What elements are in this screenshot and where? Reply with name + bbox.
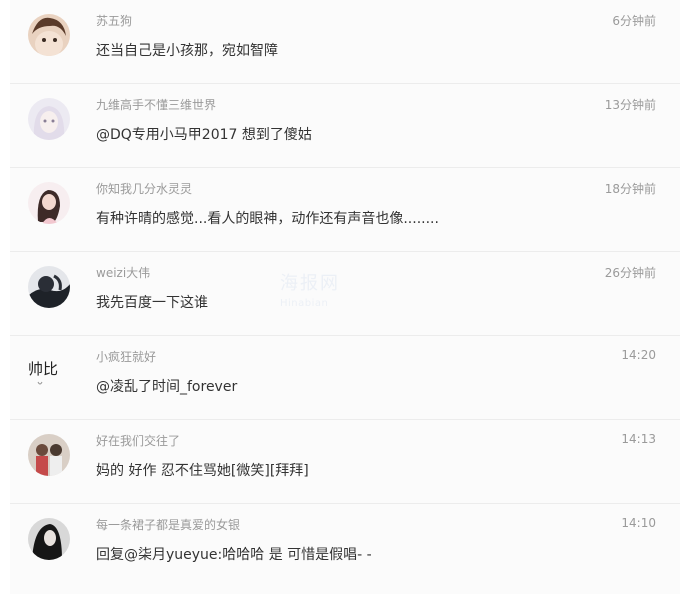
timestamp: 14:13 [621,432,656,446]
avatar[interactable] [28,266,70,308]
comment-item[interactable]: 帅比 小疯狂就好 14:20 @凌乱了时间_forever [10,336,680,420]
watermark-en: Hinabian [280,298,329,309]
avatar[interactable] [28,434,70,476]
watermark: 海报网 Hinabian [280,275,340,313]
avatar[interactable] [28,182,70,224]
username[interactable]: 好在我们交往了 [96,432,180,449]
timestamp: 14:20 [621,348,656,362]
username[interactable]: weizi大伟 [96,264,150,281]
comment-list: 苏五狗 6分钟前 还当自己是小孩那，宛如智障 九维高手不懂三维世界 13分钟前 … [10,0,680,594]
timestamp: 6分钟前 [612,14,656,28]
comment-text: @DQ专用小马甲2017 想到了傻姑 [96,127,312,143]
comment-text: 回复@柒月yueyue:哈哈哈 是 可惜是假唱- - [96,547,372,563]
comment-item[interactable]: 好在我们交往了 14:13 妈的 好作 忍不住骂她[微笑][拜拜] [10,420,680,504]
comment-item[interactable]: 苏五狗 6分钟前 还当自己是小孩那，宛如智障 [10,0,680,84]
timestamp: 14:10 [621,516,656,530]
timestamp: 18分钟前 [604,182,656,196]
comment-item[interactable]: 你知我几分水灵灵 18分钟前 有种许晴的感觉...看人的眼神，动作还有声音也像.… [10,168,680,252]
comment-text: 妈的 好作 忍不住骂她[微笑][拜拜] [96,463,309,479]
comment-text: 还当自己是小孩那，宛如智障 [96,43,278,59]
comment-item[interactable]: 每一条裙子都是真爱的女银 14:10 回复@柒月yueyue:哈哈哈 是 可惜是… [10,504,680,588]
timestamp: 13分钟前 [604,98,656,112]
comment-text: @凌乱了时间_forever [96,379,238,395]
comment-item[interactable]: 九维高手不懂三维世界 13分钟前 @DQ专用小马甲2017 想到了傻姑 [10,84,680,168]
username[interactable]: 苏五狗 [96,12,132,29]
timestamp: 26分钟前 [604,266,656,280]
avatar[interactable] [28,518,70,560]
username[interactable]: 九维高手不懂三维世界 [96,96,216,113]
comment-text: 有种许晴的感觉...看人的眼神，动作还有声音也像........ [96,211,439,227]
avatar[interactable]: 帅比 [28,350,70,392]
comment-text: 我先百度一下这谁 [96,295,208,311]
avatar[interactable] [28,14,70,56]
watermark-cn: 海报网 [280,273,340,294]
comment-item[interactable]: weizi大伟 26分钟前 我先百度一下这谁 [10,252,680,336]
username[interactable]: 小疯狂就好 [96,348,156,365]
username[interactable]: 你知我几分水灵灵 [96,180,192,197]
username[interactable]: 每一条裙子都是真爱的女银 [96,516,240,533]
avatar[interactable] [28,98,70,140]
